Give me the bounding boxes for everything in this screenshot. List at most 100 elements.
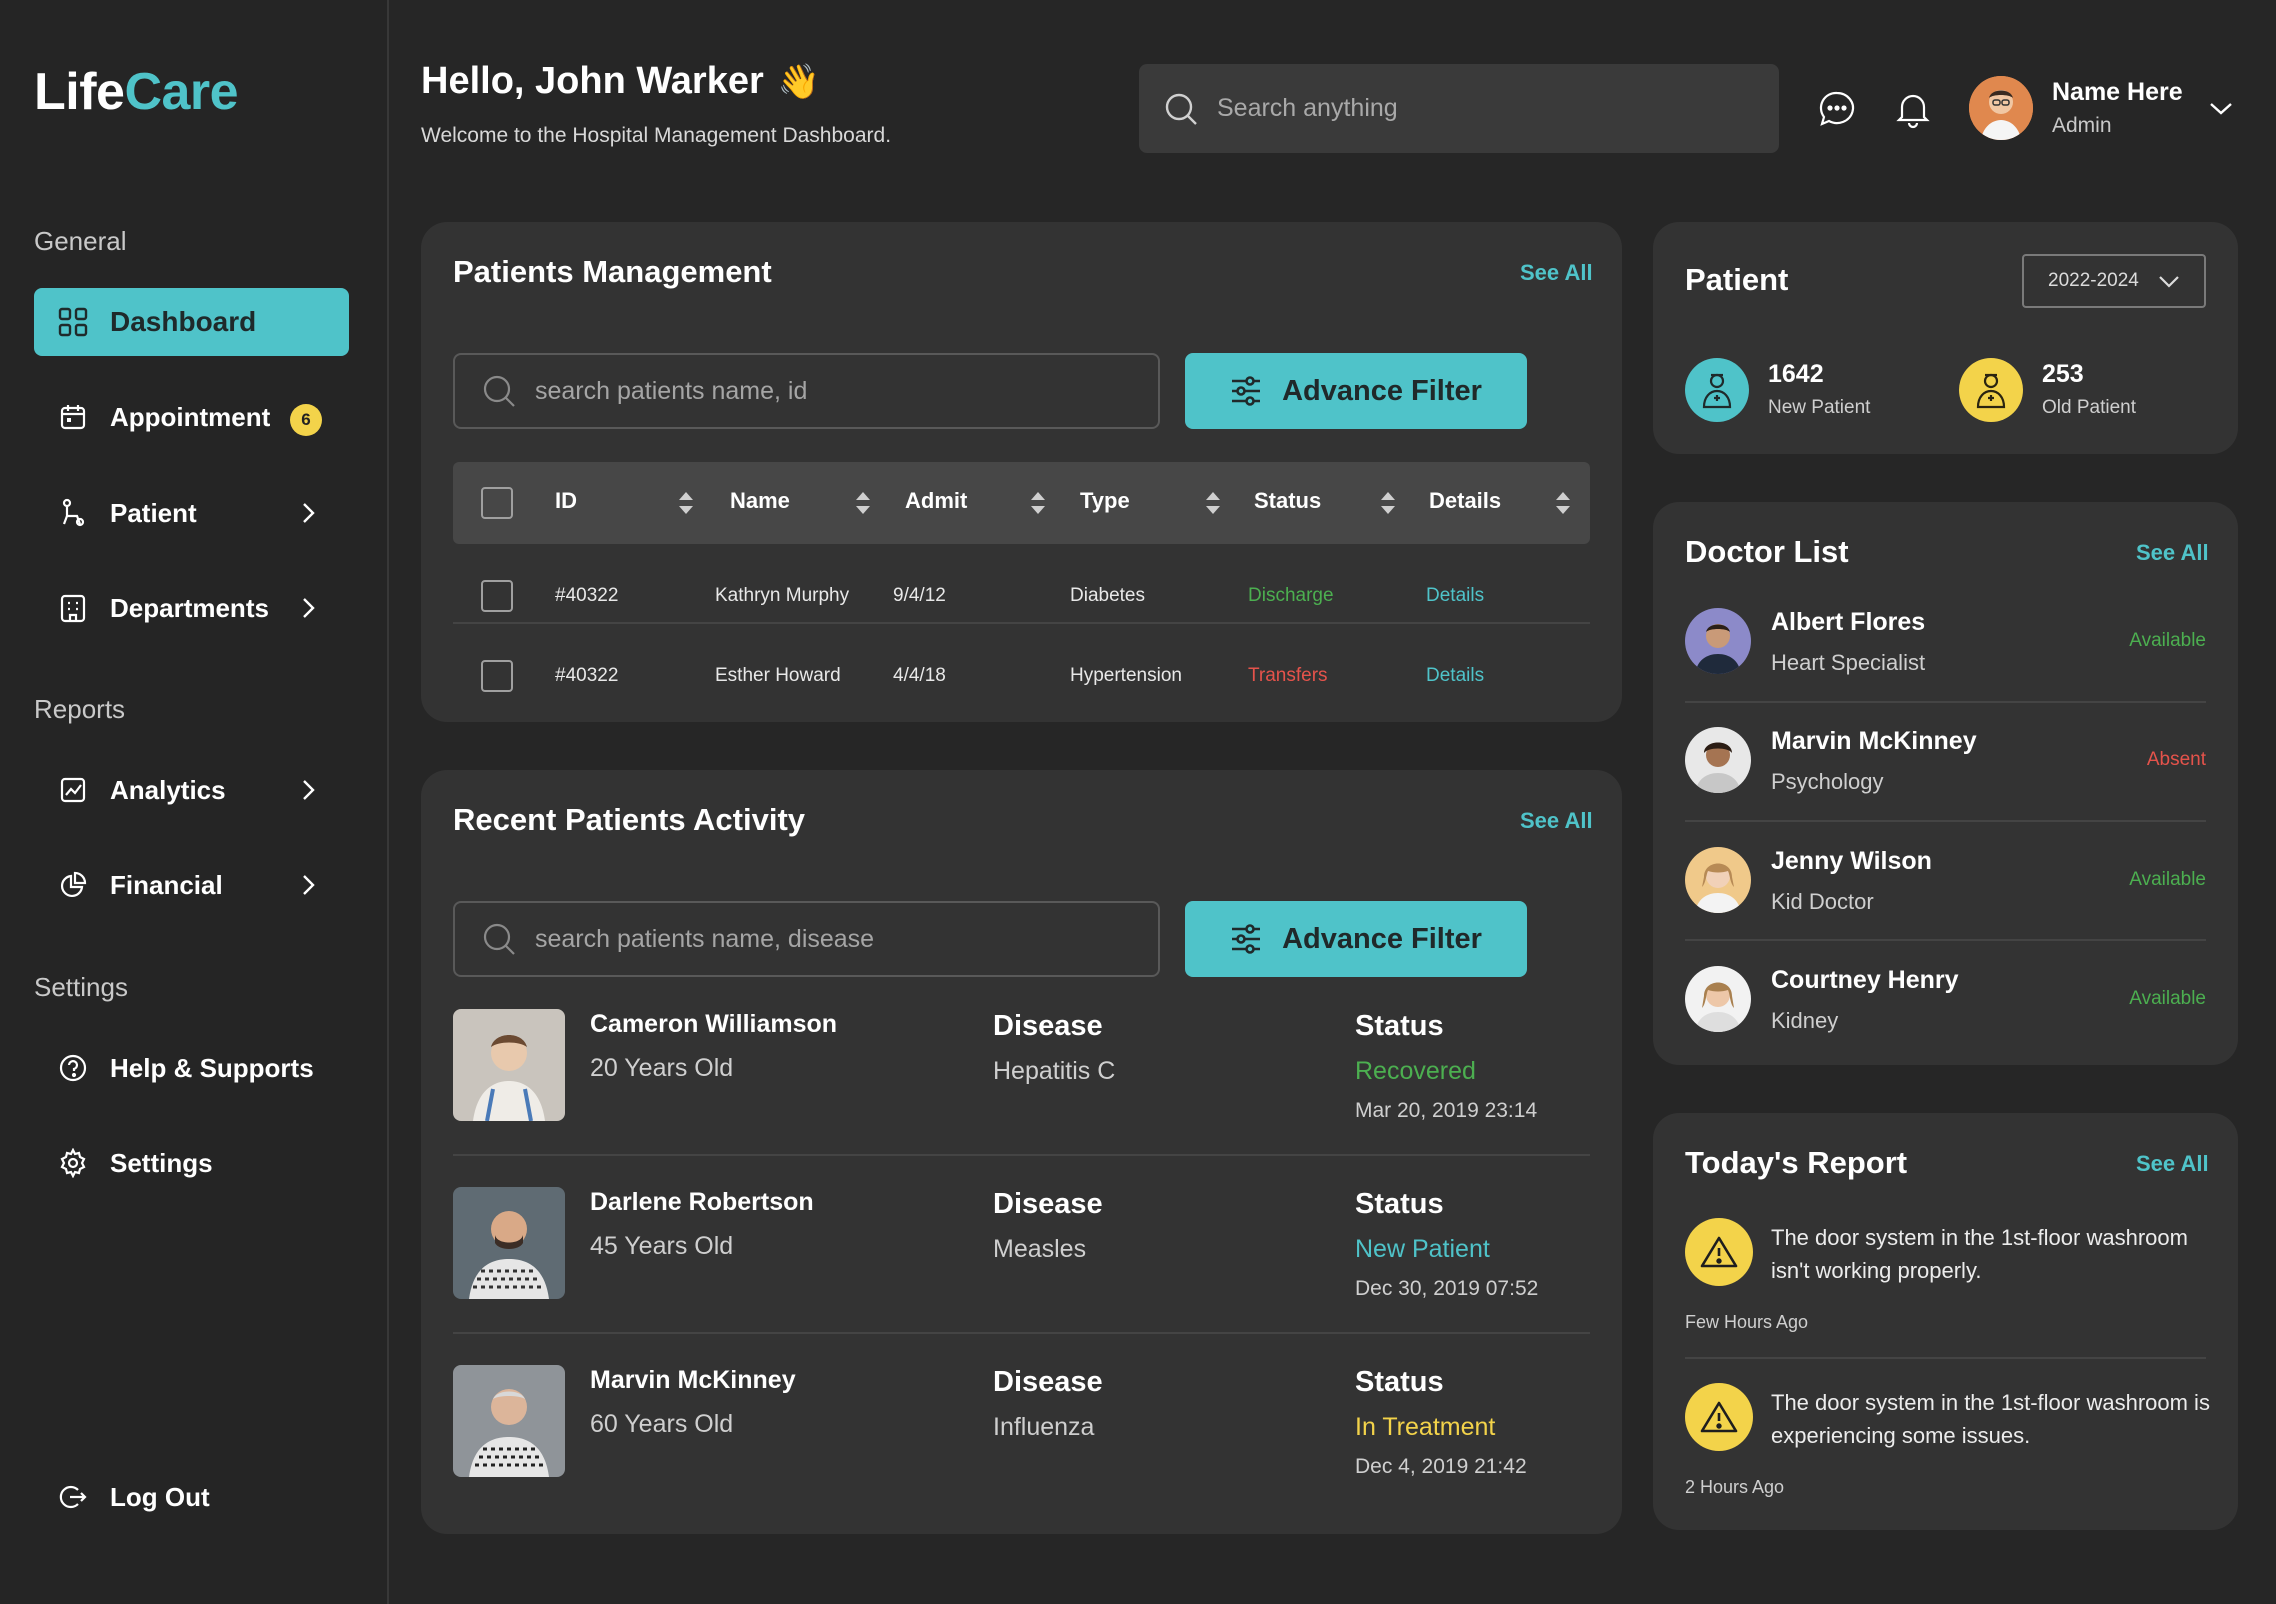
disease-header: Disease — [993, 1188, 1103, 1220]
report-text: The door system in the 1st-floor washroo… — [1771, 1390, 2210, 1448]
logout-label: Log Out — [110, 1481, 210, 1512]
section-general: General — [34, 226, 127, 256]
patient-age: 60 Years Old — [590, 1410, 734, 1438]
doctors-see-all-link[interactable]: See All — [2136, 540, 2209, 566]
advance-filter-button[interactable]: Advance Filter — [1185, 901, 1527, 977]
old-patient-icon — [1959, 358, 2023, 422]
sliders-icon — [1232, 376, 1261, 406]
sidebar-item-help[interactable]: Help & Supports — [34, 1034, 349, 1102]
patients-search-input[interactable]: search patients name, id — [453, 353, 1160, 429]
recent-activity-title: Recent Patients Activity — [453, 802, 806, 837]
recent-search-input[interactable]: search patients name, disease — [453, 901, 1160, 977]
status-value: New Patient — [1355, 1235, 1490, 1263]
section-settings: Settings — [34, 972, 128, 1002]
column-header-status[interactable]: Status — [1254, 488, 1321, 514]
column-header-details[interactable]: Details — [1429, 488, 1501, 514]
sidebar-item-dashboard[interactable]: Dashboard — [34, 288, 349, 356]
sort-icon[interactable] — [1554, 490, 1572, 516]
year-range-select[interactable]: 2022-2024 — [2022, 254, 2206, 308]
doctor-status: Available — [2129, 869, 2206, 890]
sidebar-item-financial[interactable]: Financial — [34, 851, 349, 919]
row-name: Esther Howard — [715, 665, 841, 686]
sidebar-item-label: Patient — [110, 497, 197, 528]
sliders-icon — [1232, 924, 1261, 954]
calendar-icon — [58, 402, 88, 432]
sidebar-item-label: Help & Supports — [110, 1052, 314, 1083]
pie-icon — [58, 870, 88, 900]
row-details-link[interactable]: Details — [1426, 585, 1484, 607]
status-date: Mar 20, 2019 23:14 — [1355, 1099, 1538, 1122]
greeting-subtitle: Welcome to the Hospital Management Dashb… — [421, 124, 892, 147]
bell-icon[interactable] — [1893, 89, 1933, 129]
chevron-right-icon — [303, 503, 315, 523]
sort-icon[interactable] — [1379, 490, 1397, 516]
row-checkbox[interactable] — [481, 580, 513, 612]
column-header-name[interactable]: Name — [730, 488, 790, 514]
advance-filter-button[interactable]: Advance Filter — [1185, 353, 1527, 429]
report-text: The door system in the 1st-floor washroo… — [1771, 1225, 2188, 1283]
logout-button[interactable]: Log Out — [34, 1463, 349, 1531]
doctor-avatar[interactable] — [1685, 608, 1751, 674]
row-status: Discharge — [1248, 585, 1334, 606]
doctor-specialty: Heart Specialist — [1771, 650, 1926, 675]
sidebar-item-departments[interactable]: Departments — [34, 574, 349, 642]
patients-see-all-link[interactable]: See All — [1520, 260, 1593, 286]
sidebar-item-label: Financial — [110, 869, 223, 900]
patient-photo — [453, 1187, 565, 1299]
greeting-text: Hello, John Warker — [421, 60, 764, 102]
chat-icon[interactable] — [1817, 89, 1857, 129]
app-logo[interactable]: LifeCare — [34, 62, 239, 122]
sidebar-item-settings[interactable]: Settings — [34, 1129, 349, 1197]
doctor-avatar[interactable] — [1685, 847, 1751, 913]
status-header: Status — [1355, 1366, 1444, 1398]
status-header: Status — [1355, 1188, 1444, 1220]
user-avatar[interactable] — [1969, 76, 2033, 140]
recent-see-all-link[interactable]: See All — [1520, 808, 1593, 834]
row-details-link[interactable]: Details — [1426, 665, 1484, 687]
select-all-checkbox[interactable] — [481, 487, 513, 519]
row-type: Diabetes — [1070, 585, 1145, 606]
column-header-type[interactable]: Type — [1080, 488, 1130, 514]
column-header-admit[interactable]: Admit — [905, 488, 967, 514]
chevron-down-icon[interactable] — [2208, 98, 2234, 118]
sidebar-item-analytics[interactable]: Analytics — [34, 756, 349, 824]
disease-header: Disease — [993, 1010, 1103, 1042]
search-icon — [483, 923, 515, 955]
row-checkbox[interactable] — [481, 660, 513, 692]
row-divider — [1685, 1357, 2206, 1359]
sidebar-item-label: Analytics — [110, 774, 226, 805]
doctor-list-title: Doctor List — [1685, 534, 1849, 569]
column-header-id[interactable]: ID — [555, 488, 577, 514]
row-divider — [1685, 939, 2206, 941]
sort-icon[interactable] — [854, 490, 872, 516]
advance-filter-label: Advance Filter — [1282, 374, 1482, 407]
global-search-input[interactable]: Search anything — [1139, 64, 1779, 153]
sidebar-item-patient[interactable]: Patient — [34, 479, 349, 547]
warning-icon — [1685, 1218, 1753, 1286]
patient-name: Cameron Williamson — [590, 1010, 838, 1038]
user-name: Name Here — [2052, 78, 2183, 106]
new-patient-count: 1642 — [1768, 360, 1824, 388]
sort-icon[interactable] — [1204, 490, 1222, 516]
row-name: Kathryn Murphy — [715, 585, 850, 606]
row-divider — [453, 1154, 1590, 1156]
logout-icon — [58, 1482, 88, 1512]
sidebar-item-label: Settings — [110, 1147, 213, 1178]
patients-table-header: ID Name Admit Type Status Details — [453, 462, 1590, 544]
doctor-avatar[interactable] — [1685, 966, 1751, 1032]
year-range-value: 2022-2024 — [2048, 270, 2139, 291]
row-divider — [1685, 820, 2206, 822]
sort-icon[interactable] — [1029, 490, 1047, 516]
chart-icon — [58, 775, 88, 805]
wave-emoji: 👋 — [777, 62, 821, 101]
patient-age: 45 Years Old — [590, 1232, 734, 1260]
report-see-all-link[interactable]: See All — [2136, 1151, 2209, 1177]
patient-icon — [58, 498, 88, 528]
patient-name: Darlene Robertson — [590, 1188, 814, 1216]
patient-photo — [453, 1365, 565, 1477]
sidebar-item-appointment[interactable]: Appointment 6 — [34, 383, 349, 451]
search-icon — [1165, 93, 1197, 125]
doctor-avatar[interactable] — [1685, 727, 1751, 793]
sort-icon[interactable] — [677, 490, 695, 516]
doctor-name: Albert Flores — [1771, 608, 1926, 636]
